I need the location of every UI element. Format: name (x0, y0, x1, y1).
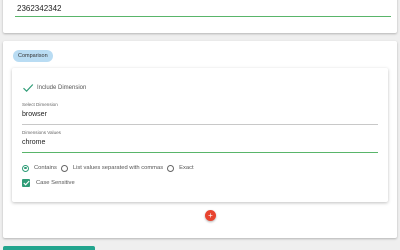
comparison-card: Comparison Include Dimension Select Dime… (3, 41, 397, 238)
case-sensitive-option: Case Sensitive (22, 178, 75, 188)
primary-action-button[interactable] (3, 246, 95, 250)
radio-list-values-label: List values separated with commas (72, 165, 164, 171)
radio-exact[interactable] (167, 164, 175, 172)
include-dimension-label: Include Dimension (37, 85, 87, 91)
radio-contains[interactable] (22, 164, 29, 172)
case-sensitive-label: Case Sensitive (36, 180, 75, 186)
include-dimension-toggle[interactable]: Include Dimension (22, 83, 86, 93)
check-icon (23, 84, 34, 93)
radio-list-values[interactable] (60, 164, 68, 172)
radio-exact-label: Exact (179, 165, 194, 171)
add-dimension-button[interactable]: + (205, 210, 216, 221)
comparison-chip: Comparison (13, 50, 53, 62)
select-dimension-input[interactable]: browser (22, 111, 47, 118)
radio-contains-label: Contains (34, 165, 57, 171)
id-field-card: 2362342342 (3, 0, 397, 33)
dimension-values-input[interactable]: chrome (22, 139, 45, 146)
dimension-card: Include Dimension Select Dimension brows… (12, 68, 388, 202)
checkmark-icon (22, 180, 30, 186)
select-dimension-underline (22, 124, 378, 125)
dimension-values-label: Dimensions Values (22, 130, 61, 135)
id-input-value[interactable]: 2362342342 (17, 4, 62, 13)
plus-icon: + (208, 211, 213, 220)
select-dimension-label: Select Dimension (22, 102, 58, 107)
match-type-radio-group: Contains List values separated with comm… (22, 163, 198, 173)
case-sensitive-checkbox[interactable] (22, 179, 30, 187)
dimension-values-underline (22, 152, 378, 153)
id-input-underline (15, 16, 391, 17)
